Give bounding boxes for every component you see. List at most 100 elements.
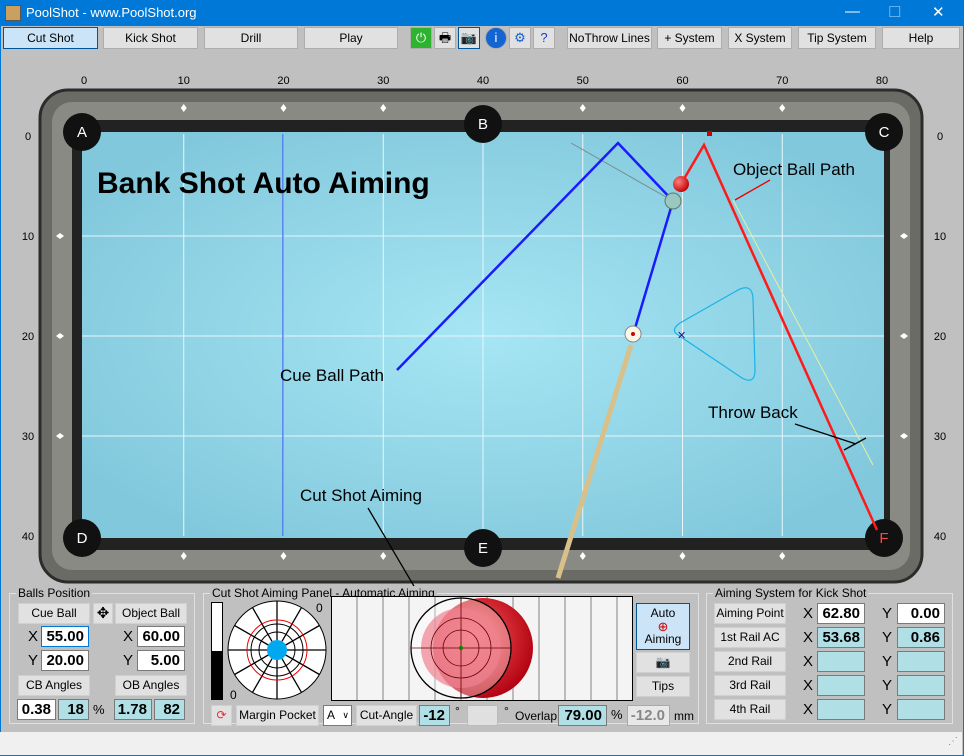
- cue-ball-button[interactable]: Cue Ball: [18, 603, 90, 624]
- cut-angle-value: -12: [419, 705, 450, 726]
- kick-x-value: [817, 651, 865, 672]
- pocket-f[interactable]: F: [865, 519, 903, 557]
- chevron-down-icon: ∨: [342, 710, 349, 720]
- object-ball[interactable]: [673, 176, 689, 192]
- cb-angles-button[interactable]: CB Angles: [18, 675, 90, 696]
- cb-percent-value: 18: [58, 699, 89, 720]
- cut-angle-button[interactable]: Cut-Angle: [356, 705, 417, 726]
- x-label: X: [803, 701, 814, 718]
- pool-table[interactable]: A B C D E F 0 10 20 30 40 50 60 70 80 0 0 10 10 20 20 30 30 40…: [0, 0, 964, 590]
- x-label: X: [803, 653, 814, 670]
- ob-angles-button[interactable]: OB Angles: [115, 675, 187, 696]
- overlap-label: Overlap: [515, 709, 558, 723]
- move-icon[interactable]: ✥: [93, 603, 113, 624]
- kick-y-value: 0.86: [897, 627, 945, 648]
- power-bar[interactable]: [211, 602, 223, 700]
- ob-y-label: Y: [123, 652, 134, 669]
- table-title: Bank Shot Auto Aiming: [97, 167, 430, 200]
- tips-button[interactable]: Tips: [636, 676, 690, 697]
- kick-x-value[interactable]: 62.80: [817, 603, 865, 624]
- kick-row-button[interactable]: 1st Rail AC: [714, 627, 786, 648]
- x-tick-label: 70: [776, 75, 788, 87]
- foot-spot-icon: ✕: [677, 330, 686, 342]
- kick-system-title: Aiming System for Kick Shot: [713, 586, 869, 600]
- object-ball-x-input[interactable]: 60.00: [137, 626, 185, 647]
- overlap-value: 79.00: [558, 705, 607, 726]
- percent-label: %: [93, 702, 105, 717]
- pocket-select[interactable]: A ∨: [323, 705, 352, 726]
- kick-row-button[interactable]: 3rd Rail: [714, 675, 786, 696]
- pocket-select-value: A: [327, 708, 336, 722]
- kick-x-value: [817, 675, 865, 696]
- y-tick-label: 0: [25, 131, 31, 143]
- x-tick-label: 20: [277, 75, 289, 87]
- pocket-a[interactable]: A: [63, 113, 101, 151]
- x-tick-label: 10: [178, 75, 190, 87]
- y-tick-label: 40: [934, 531, 946, 543]
- pocket-b[interactable]: B: [464, 105, 502, 143]
- pocket-label: D: [77, 530, 88, 547]
- throw-back-label: Throw Back: [708, 403, 798, 422]
- y-tick-label: 20: [934, 331, 946, 343]
- y-label: Y: [882, 605, 893, 622]
- x-label: X: [803, 677, 814, 694]
- x-tick-label: 0: [81, 75, 87, 87]
- pocket-c[interactable]: C: [865, 113, 903, 151]
- y-label: Y: [882, 653, 893, 670]
- ob-percent-value: 82: [154, 699, 185, 720]
- degree-label: °: [504, 704, 509, 718]
- x-tick-label: 40: [477, 75, 489, 87]
- pocket-label: E: [478, 540, 488, 557]
- pocket-label: F: [879, 530, 888, 547]
- y-tick-label: 20: [22, 331, 34, 343]
- kick-row-button[interactable]: 2nd Rail: [714, 651, 786, 672]
- pocket-e[interactable]: E: [464, 529, 502, 567]
- mm-value: -12.0: [627, 705, 670, 726]
- x-tick-label: 50: [577, 75, 589, 87]
- auto-aiming-button[interactable]: Auto ⊕ Aiming: [636, 603, 690, 650]
- degree-label: °: [455, 704, 460, 718]
- cut-shot-aiming-label: Cut Shot Aiming: [300, 486, 422, 505]
- mm-label: mm: [674, 709, 694, 723]
- camera-icon[interactable]: 📷: [636, 652, 690, 673]
- angle-blank-field[interactable]: [467, 705, 498, 726]
- y-label: Y: [882, 701, 893, 718]
- ob-x-label: X: [123, 628, 134, 645]
- auto-aiming-label: Aiming: [644, 632, 682, 646]
- object-ball-path-label: Object Ball Path: [733, 160, 855, 179]
- x-label: X: [803, 605, 814, 622]
- refresh-icon[interactable]: ⟳: [211, 705, 232, 726]
- x-tick-label: 30: [377, 75, 389, 87]
- resize-grip-icon[interactable]: ⋰: [948, 736, 958, 747]
- cue-tip-selector[interactable]: [227, 600, 327, 700]
- y-tick-label: 30: [22, 431, 34, 443]
- pocket-label: A: [77, 124, 87, 141]
- pocket-d[interactable]: D: [63, 519, 101, 557]
- kick-y-value: [897, 675, 945, 696]
- ob-angle-value: 1.78: [114, 699, 152, 720]
- object-ball-y-input[interactable]: 5.00: [137, 650, 185, 671]
- y-tick-label: 40: [22, 531, 34, 543]
- y-tick-label: 30: [934, 431, 946, 443]
- x-label: X: [803, 629, 814, 646]
- cb-x-label: X: [28, 628, 39, 645]
- y-label: Y: [882, 629, 893, 646]
- cue-ball-y-input[interactable]: 20.00: [41, 650, 89, 671]
- pocket-label: C: [879, 124, 890, 141]
- object-ball-button[interactable]: Object Ball: [115, 603, 187, 624]
- y-tick-label: 10: [934, 231, 946, 243]
- margin-pocket-button[interactable]: Margin Pocket: [236, 705, 319, 726]
- x-tick-label: 80: [876, 75, 888, 87]
- cue-ball-x-input[interactable]: 55.00: [41, 626, 89, 647]
- kick-row-button[interactable]: Aiming Point: [714, 603, 786, 624]
- aiming-point-marker: [707, 131, 712, 136]
- status-bar: ⋰: [0, 732, 962, 755]
- kick-row-button[interactable]: 4th Rail: [714, 699, 786, 720]
- cb-y-label: Y: [28, 652, 39, 669]
- pocket-label: B: [478, 116, 488, 133]
- cue-ball-path-label: Cue Ball Path: [280, 366, 384, 385]
- y-tick-label: 10: [22, 231, 34, 243]
- kick-x-value: [817, 699, 865, 720]
- kick-y-value[interactable]: 0.00: [897, 603, 945, 624]
- x-tick-label: 60: [676, 75, 688, 87]
